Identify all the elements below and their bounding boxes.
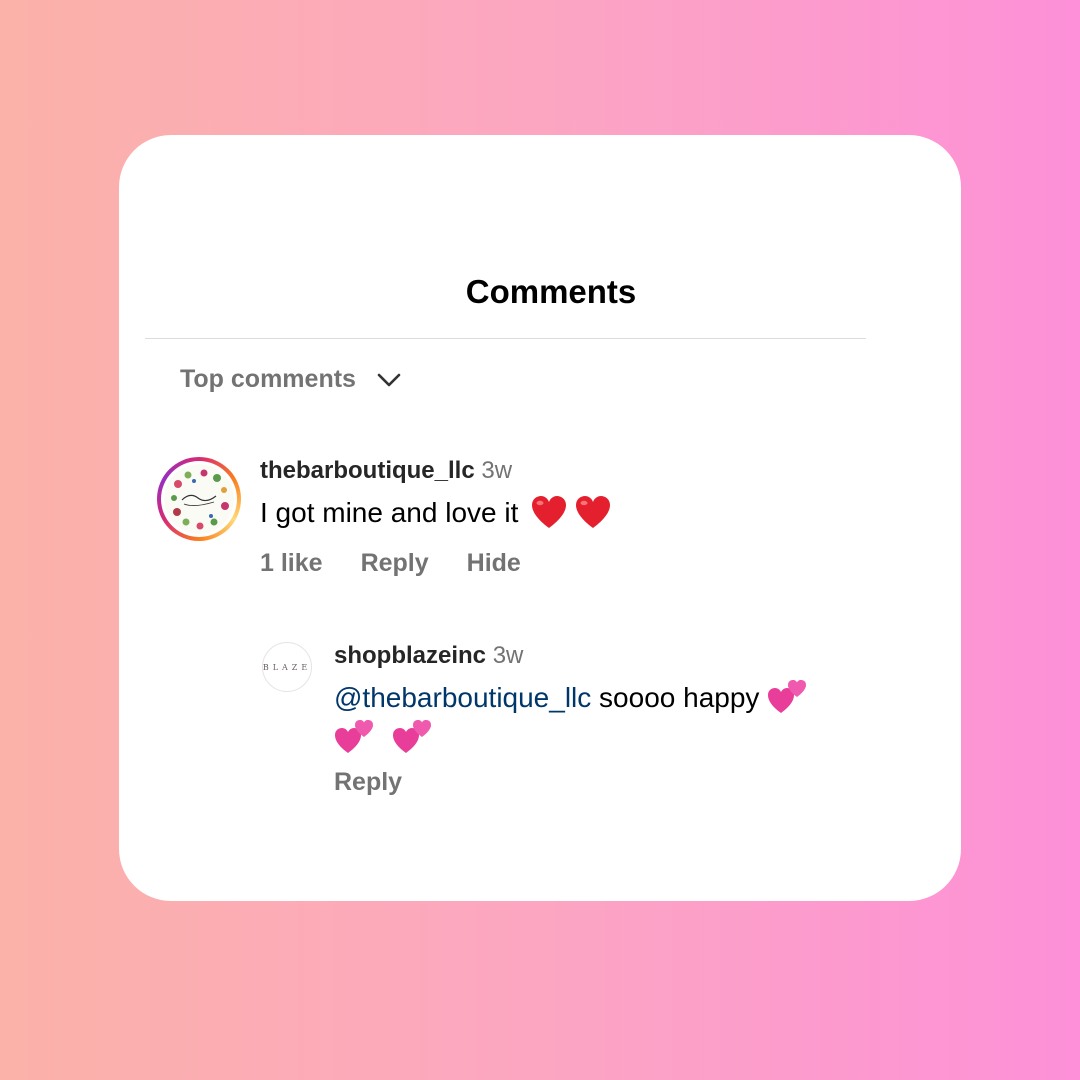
avatar[interactable] bbox=[157, 457, 241, 541]
comment-body: I got mine and love it bbox=[260, 497, 519, 528]
reply-username[interactable]: shopblazeinc bbox=[334, 642, 486, 669]
blaze-logo: BLAZE bbox=[262, 662, 312, 672]
two-hearts-icon bbox=[768, 680, 807, 713]
reply-button[interactable]: Reply bbox=[334, 767, 402, 797]
likes-count-link[interactable]: 1 like bbox=[260, 548, 323, 578]
reply-time: 3w bbox=[492, 642, 524, 669]
hide-button[interactable]: Hide bbox=[467, 548, 521, 578]
comment-text: I got mine and love it bbox=[260, 495, 612, 531]
mention-link[interactable]: @thebarboutique_llc bbox=[334, 682, 591, 713]
page-title: Comments bbox=[465, 273, 637, 310]
divider bbox=[145, 338, 866, 339]
comment-time: 3w bbox=[481, 457, 513, 484]
reply-button[interactable]: Reply bbox=[361, 548, 429, 578]
chevron-down-icon bbox=[377, 373, 401, 386]
comment-header: thebarboutique_llc 3w bbox=[260, 456, 512, 486]
reply-header: shopblazeinc 3w bbox=[334, 641, 523, 671]
two-hearts-icon bbox=[392, 720, 431, 753]
thebarboutique-logo bbox=[164, 464, 234, 534]
red-heart-icon bbox=[576, 496, 611, 528]
comment-actions: 1 like Reply Hide bbox=[260, 548, 559, 578]
reply-body: soooo happy bbox=[599, 682, 760, 713]
two-hearts-icon bbox=[335, 720, 373, 753]
red-heart-icon bbox=[532, 496, 567, 528]
avatar[interactable]: BLAZE bbox=[262, 642, 312, 692]
reply-text: @thebarboutique_llc soooo happy bbox=[334, 677, 874, 757]
sort-dropdown[interactable]: Top comments bbox=[180, 365, 402, 394]
comment-username[interactable]: thebarboutique_llc bbox=[260, 457, 475, 484]
sort-label: Top comments bbox=[180, 365, 356, 393]
